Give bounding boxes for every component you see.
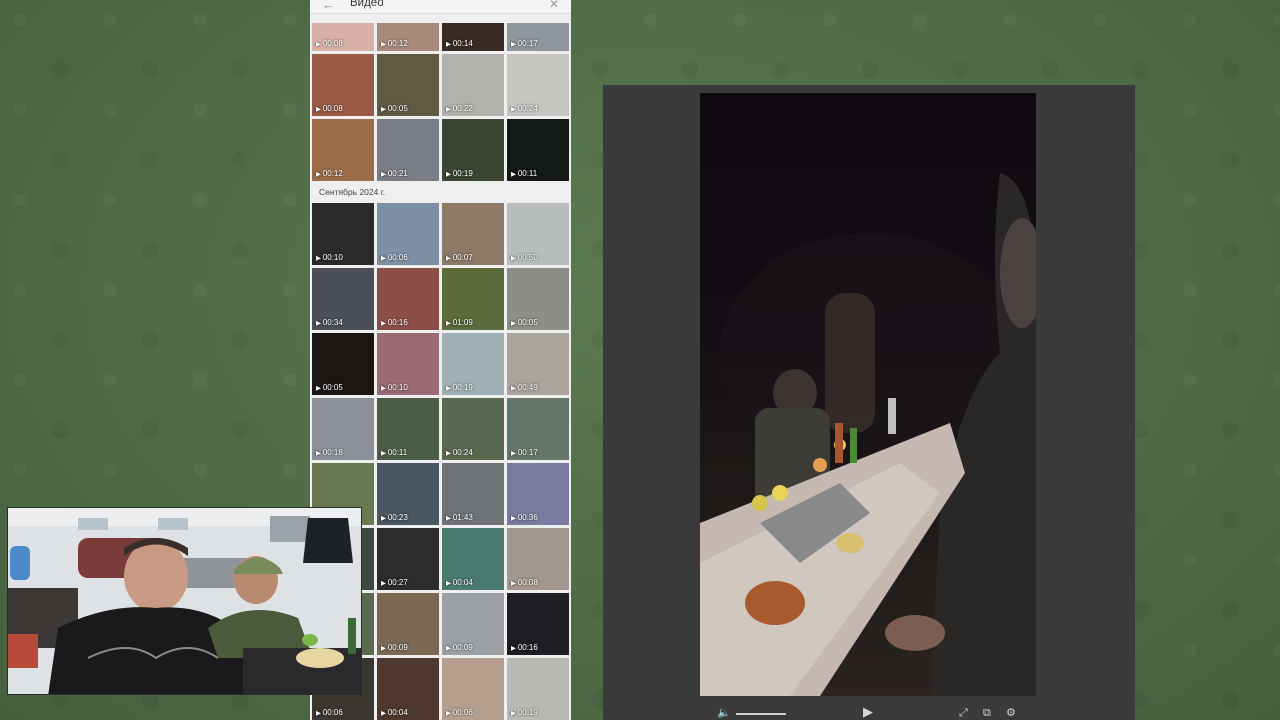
video-thumbnail[interactable]: 00:05	[377, 54, 439, 116]
video-thumbnail[interactable]: 01:09	[442, 268, 504, 330]
video-thumbnail[interactable]: 00:05	[507, 268, 569, 330]
back-arrow-icon[interactable]: ←	[322, 0, 335, 12]
video-thumbnail[interactable]: 00:23	[377, 463, 439, 525]
video-duration-label: 00:12	[316, 169, 343, 178]
video-duration-label: 00:04	[446, 578, 473, 587]
video-thumbnail[interactable]: 00:16	[507, 593, 569, 655]
video-scene	[700, 173, 1036, 696]
video-duration-label: 00:05	[381, 104, 408, 113]
video-duration-label: 00:36	[511, 513, 538, 522]
video-thumbnail[interactable]: 00:08	[312, 54, 374, 116]
video-thumbnail[interactable]: 00:06	[377, 203, 439, 265]
video-thumbnail[interactable]: 00:09	[377, 593, 439, 655]
video-duration-label: 00:09	[446, 643, 473, 652]
video-thumbnail[interactable]: 00:11	[507, 119, 569, 181]
video-duration-label: 00:08	[316, 39, 343, 48]
speaker-icon[interactable]: 🔈	[717, 706, 731, 720]
gear-icon[interactable]: ⚙	[1006, 706, 1016, 720]
video-duration-label: 01:09	[446, 318, 473, 327]
video-duration-label: 00:19	[446, 383, 473, 392]
video-duration-label: 00:16	[381, 318, 408, 327]
play-icon[interactable]: ▶	[863, 705, 873, 719]
video-duration-label: 00:08	[316, 104, 343, 113]
month-section-label: Сентябрь 2024 г.	[319, 187, 386, 197]
video-thumbnail[interactable]: 00:17	[507, 23, 569, 51]
video-duration-label: 00:06	[446, 708, 473, 717]
video-duration-label: 00:17	[511, 39, 538, 48]
video-thumbnail[interactable]: 01:43	[442, 463, 504, 525]
video-thumbnail[interactable]: 00:17	[507, 398, 569, 460]
video-duration-label: 00:16	[511, 643, 538, 652]
webcam-overlay	[7, 507, 362, 695]
video-thumbnail[interactable]: 00:16	[377, 268, 439, 330]
video-grid-recent: 00:08 00:12 00:14 00:17 00:08 00:05 00:22 00:24…	[312, 23, 569, 181]
media-panel-header: ← Видео ✕	[310, 0, 571, 14]
video-thumbnail[interactable]: 00:07	[442, 203, 504, 265]
expand-icon[interactable]: ⤢	[959, 706, 968, 720]
video-thumbnail[interactable]: 00:04	[442, 528, 504, 590]
video-duration-label: 00:19	[446, 169, 473, 178]
video-thumbnail[interactable]: 00:09	[442, 593, 504, 655]
video-duration-label: 00:23	[381, 513, 408, 522]
video-thumbnail[interactable]: 00:49	[507, 333, 569, 395]
video-duration-label: 00:21	[381, 169, 408, 178]
video-thumbnail[interactable]: 00:11	[377, 398, 439, 460]
media-panel-title: Видео	[350, 0, 384, 9]
video-thumbnail[interactable]: 00:05	[312, 333, 374, 395]
video-frame[interactable]	[700, 93, 1036, 696]
video-thumbnail[interactable]: 00:14	[442, 23, 504, 51]
video-controls: 🔈 ▶ ⤢ ⧉ ⚙	[603, 704, 1135, 720]
video-thumbnail[interactable]: 00:19	[507, 658, 569, 720]
video-viewer: 🔈 ▶ ⤢ ⧉ ⚙	[603, 85, 1135, 720]
video-duration-label: 00:09	[381, 643, 408, 652]
video-duration-label: 00:08	[511, 578, 538, 587]
video-duration-label: 00:50	[511, 253, 538, 262]
video-duration-label: 00:22	[446, 104, 473, 113]
video-duration-label: 00:07	[446, 253, 473, 262]
video-thumbnail[interactable]: 00:19	[442, 119, 504, 181]
video-thumbnail[interactable]: 00:24	[507, 54, 569, 116]
video-duration-label: 00:05	[316, 383, 343, 392]
video-thumbnail[interactable]: 00:27	[377, 528, 439, 590]
video-thumbnail[interactable]: 00:34	[312, 268, 374, 330]
volume-slider[interactable]	[736, 713, 786, 715]
video-duration-label: 00:10	[316, 253, 343, 262]
close-icon[interactable]: ✕	[549, 0, 559, 11]
video-duration-label: 00:24	[511, 104, 538, 113]
video-duration-label: 00:18	[316, 448, 343, 457]
video-thumbnail[interactable]: 00:21	[377, 119, 439, 181]
video-thumbnail[interactable]: 00:12	[312, 119, 374, 181]
video-duration-label: 00:14	[446, 39, 473, 48]
video-thumbnail[interactable]: 00:08	[507, 528, 569, 590]
video-duration-label: 00:19	[511, 708, 538, 717]
video-thumbnail[interactable]: 00:24	[442, 398, 504, 460]
picture-in-picture-icon[interactable]: ⧉	[983, 706, 991, 720]
video-thumbnail[interactable]: 00:04	[377, 658, 439, 720]
video-duration-label: 00:34	[316, 318, 343, 327]
webcam-scene	[8, 508, 361, 694]
video-duration-label: 00:11	[381, 448, 407, 457]
video-duration-label: 00:06	[316, 708, 343, 717]
video-thumbnail[interactable]: 00:22	[442, 54, 504, 116]
video-thumbnail[interactable]: 00:06	[442, 658, 504, 720]
video-duration-label: 00:04	[381, 708, 408, 717]
video-thumbnail[interactable]: 00:19	[442, 333, 504, 395]
video-duration-label: 00:17	[511, 448, 538, 457]
video-thumbnail[interactable]: 00:10	[312, 203, 374, 265]
video-thumbnail[interactable]: 00:08	[312, 23, 374, 51]
video-thumbnail[interactable]: 00:10	[377, 333, 439, 395]
video-duration-label: 00:10	[381, 383, 408, 392]
video-duration-label: 00:12	[381, 39, 408, 48]
video-duration-label: 00:06	[381, 253, 408, 262]
video-duration-label: 00:24	[446, 448, 473, 457]
video-thumbnail[interactable]: 00:12	[377, 23, 439, 51]
video-duration-label: 00:49	[511, 383, 538, 392]
video-thumbnail[interactable]: 00:50	[507, 203, 569, 265]
video-duration-label: 00:11	[511, 169, 537, 178]
video-duration-label: 00:05	[511, 318, 538, 327]
video-thumbnail[interactable]: 00:36	[507, 463, 569, 525]
video-duration-label: 01:43	[446, 513, 473, 522]
video-duration-label: 00:27	[381, 578, 408, 587]
video-thumbnail[interactable]: 00:18	[312, 398, 374, 460]
